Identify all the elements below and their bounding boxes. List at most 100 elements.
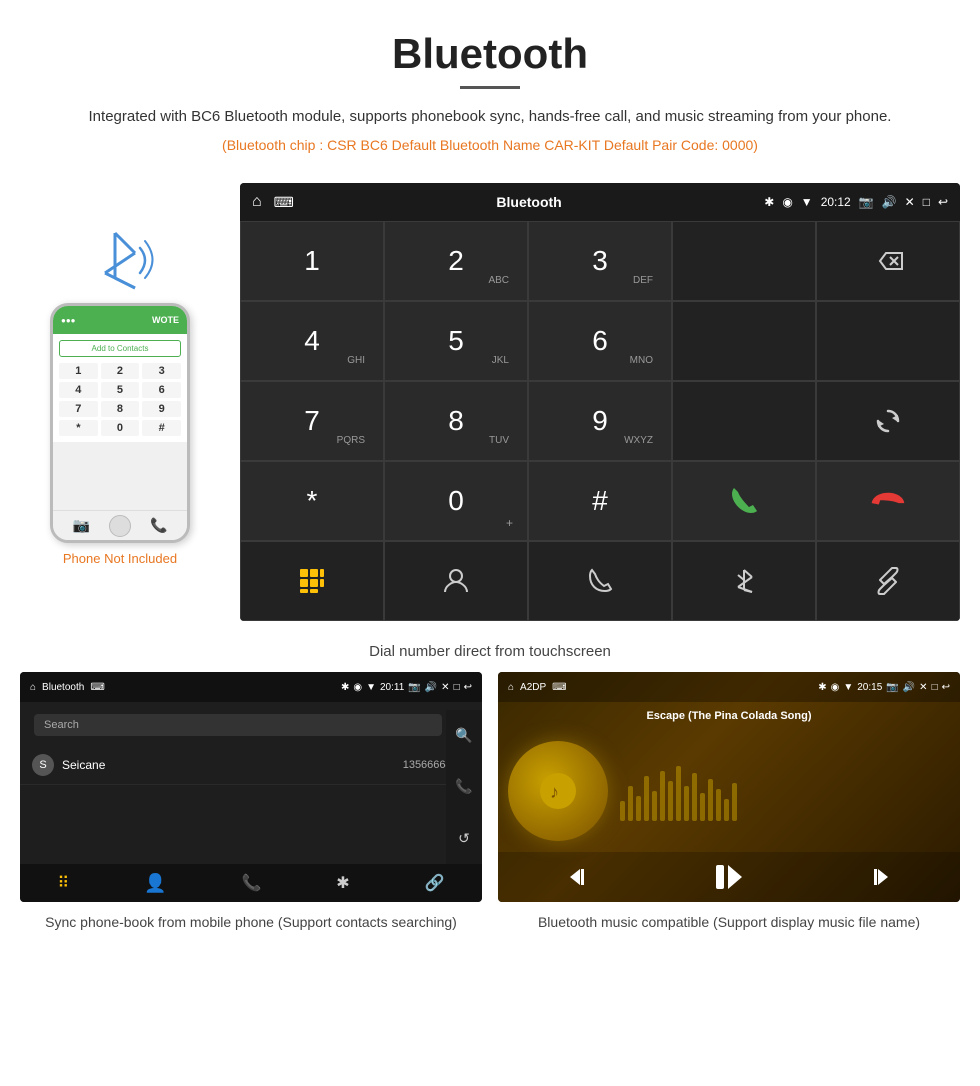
right-action-bar: 🔍 📞 ↺ [446, 710, 482, 864]
music-screenshot: ⌂ A2DP ⌨ ✱◉▼ 20:15 📷🔊✕□↩ Escape (The Pin… [498, 672, 960, 933]
phone-home-button [109, 515, 131, 537]
next-button[interactable] [858, 863, 898, 891]
prev-button[interactable] [560, 863, 600, 891]
song-title: Escape (The Pina Colada Song) [498, 702, 960, 730]
music-controls [498, 852, 960, 902]
x-status-icon: ✕ [905, 195, 915, 209]
dial-empty-2 [672, 301, 816, 381]
svg-text:♪: ♪ [550, 782, 559, 802]
nav-grid[interactable] [240, 541, 384, 621]
dial-key-4[interactable]: 4GHI [240, 301, 384, 381]
album-art-inner: ♪ [540, 773, 576, 809]
dial-key-1[interactable]: 1 [240, 221, 384, 301]
music-status-bar: ⌂ A2DP ⌨ ✱◉▼ 20:15 📷🔊✕□↩ [498, 672, 960, 702]
bluetooth-signal-icon [85, 223, 155, 293]
time-display: 20:12 [821, 195, 851, 209]
contacts-bottom-nav: ⠿ 👤 📞 ✱ 🔗 [20, 864, 482, 902]
add-contacts-label: Add to Contacts [59, 340, 181, 357]
content-area: ●●● WOTE Add to Contacts 1 2 3 4 5 6 7 8… [0, 183, 980, 621]
refresh-action-icon[interactable]: ↺ [458, 830, 470, 847]
contacts-nav-bt[interactable]: ✱ [336, 873, 349, 893]
dial-end-button[interactable] [816, 461, 960, 541]
volume-status-icon: 🔊 [882, 195, 897, 209]
music-caption: Bluetooth music compatible (Support disp… [538, 912, 920, 933]
description-text: Integrated with BC6 Bluetooth module, su… [60, 105, 920, 129]
contacts-nav-phone[interactable]: 📞 [241, 873, 261, 893]
music-screen-container: ⌂ A2DP ⌨ ✱◉▼ 20:15 📷🔊✕□↩ Escape (The Pin… [498, 672, 960, 902]
dial-empty-1 [672, 221, 816, 301]
phone-keypad: 1 2 3 4 5 6 7 8 9 * 0 # [59, 363, 181, 436]
contacts-home-icon: ⌂ [30, 682, 36, 693]
music-note-icon: ♪ [547, 780, 569, 802]
page-title: Bluetooth [60, 30, 920, 78]
nav-link[interactable] [816, 541, 960, 621]
contacts-nav-person[interactable]: 👤 [144, 873, 166, 894]
dial-key-2[interactable]: 2ABC [384, 221, 528, 301]
dial-refresh[interactable] [816, 381, 960, 461]
dial-key-8[interactable]: 8TUV [384, 381, 528, 461]
location-status-icon: ◉ [782, 195, 792, 209]
phone-not-included-label: Phone Not Included [63, 551, 177, 566]
music-time: 20:15 [857, 682, 882, 693]
dial-key-0[interactable]: 0+ [384, 461, 528, 541]
nav-phone[interactable] [528, 541, 672, 621]
waveform [620, 761, 950, 821]
prev-icon [566, 863, 594, 891]
contacts-screen-container: ⌂ Bluetooth ⌨ ✱◉▼ 20:11 📷🔊✕□↩ Search [20, 672, 482, 902]
nav-bluetooth[interactable] [672, 541, 816, 621]
dial-key-star[interactable]: * [240, 461, 384, 541]
contacts-screenshot: ⌂ Bluetooth ⌨ ✱◉▼ 20:11 📷🔊✕□↩ Search [20, 672, 482, 933]
dial-empty-4 [672, 381, 816, 461]
wifi-status-icon: ▼ [801, 195, 813, 209]
phone-side: ●●● WOTE Add to Contacts 1 2 3 4 5 6 7 8… [20, 183, 220, 621]
dial-key-7[interactable]: 7PQRS [240, 381, 384, 461]
dial-screen: ⌂ ⌨ Bluetooth ✱ ◉ ▼ 20:12 📷 🔊 ✕ □ ↩ 1 2A… [240, 183, 960, 621]
dial-key-9[interactable]: 9WXYZ [528, 381, 672, 461]
refresh-icon [872, 405, 904, 437]
backspace-icon [872, 250, 904, 272]
call-icon [726, 483, 762, 519]
dial-key-5[interactable]: 5JKL [384, 301, 528, 381]
dial-key-hash[interactable]: # [528, 461, 672, 541]
dial-screen-title: Bluetooth [496, 194, 561, 210]
screen-status-icon: □ [923, 195, 930, 209]
search-action-icon[interactable]: 🔍 [455, 727, 472, 744]
grid-icon [298, 567, 326, 595]
album-art: ♪ [508, 741, 608, 841]
search-placeholder: Search [44, 719, 79, 731]
contacts-time: 20:11 [380, 682, 404, 693]
contacts-caption: Sync phone-book from mobile phone (Suppo… [45, 912, 457, 933]
call-action-icon[interactable]: 📞 [455, 778, 472, 795]
dial-key-6[interactable]: 6MNO [528, 301, 672, 381]
music-home-icon: ⌂ [508, 682, 514, 693]
contacts-nav-grid[interactable]: ⠿ [57, 873, 69, 893]
dial-empty-3 [816, 301, 960, 381]
dial-status-bar: ⌂ ⌨ Bluetooth ✱ ◉ ▼ 20:12 📷 🔊 ✕ □ ↩ [240, 183, 960, 221]
bluetooth-nav-icon [730, 567, 758, 595]
link-icon [874, 567, 902, 595]
camera-status-icon: 📷 [859, 195, 874, 209]
back-status-icon: ↩ [938, 195, 948, 209]
phone-nav-icon [585, 566, 615, 596]
contact-row[interactable]: S Seicane 13566664466 [20, 746, 482, 785]
phone-mockup: ●●● WOTE Add to Contacts 1 2 3 4 5 6 7 8… [50, 303, 190, 543]
contacts-nav-link[interactable]: 🔗 [425, 873, 445, 893]
specs-text: (Bluetooth chip : CSR BC6 Default Blueto… [60, 137, 920, 153]
next-icon [864, 863, 892, 891]
play-pause-button[interactable] [709, 860, 749, 894]
dial-key-3[interactable]: 3DEF [528, 221, 672, 301]
play-pause-icon [712, 860, 746, 894]
bluetooth-status-icon: ✱ [764, 195, 774, 209]
usb-icon: ⌨ [274, 194, 294, 211]
dial-caption: Dial number direct from touchscreen [0, 631, 980, 672]
header-section: Bluetooth Integrated with BC6 Bluetooth … [0, 0, 980, 183]
music-screen-title: A2DP [520, 682, 546, 693]
contacts-usb-icon: ⌨ [90, 682, 104, 693]
contact-name: Seicane [62, 758, 403, 772]
music-usb-icon: ⌨ [552, 682, 566, 693]
nav-contacts[interactable] [384, 541, 528, 621]
dial-backspace[interactable] [816, 221, 960, 301]
dial-call-button[interactable] [672, 461, 816, 541]
home-icon: ⌂ [252, 193, 262, 211]
dialpad-grid: 1 2ABC 3DEF 4GHI 5JKL 6MNO 7PQRS 8TUV 9W… [240, 221, 960, 621]
